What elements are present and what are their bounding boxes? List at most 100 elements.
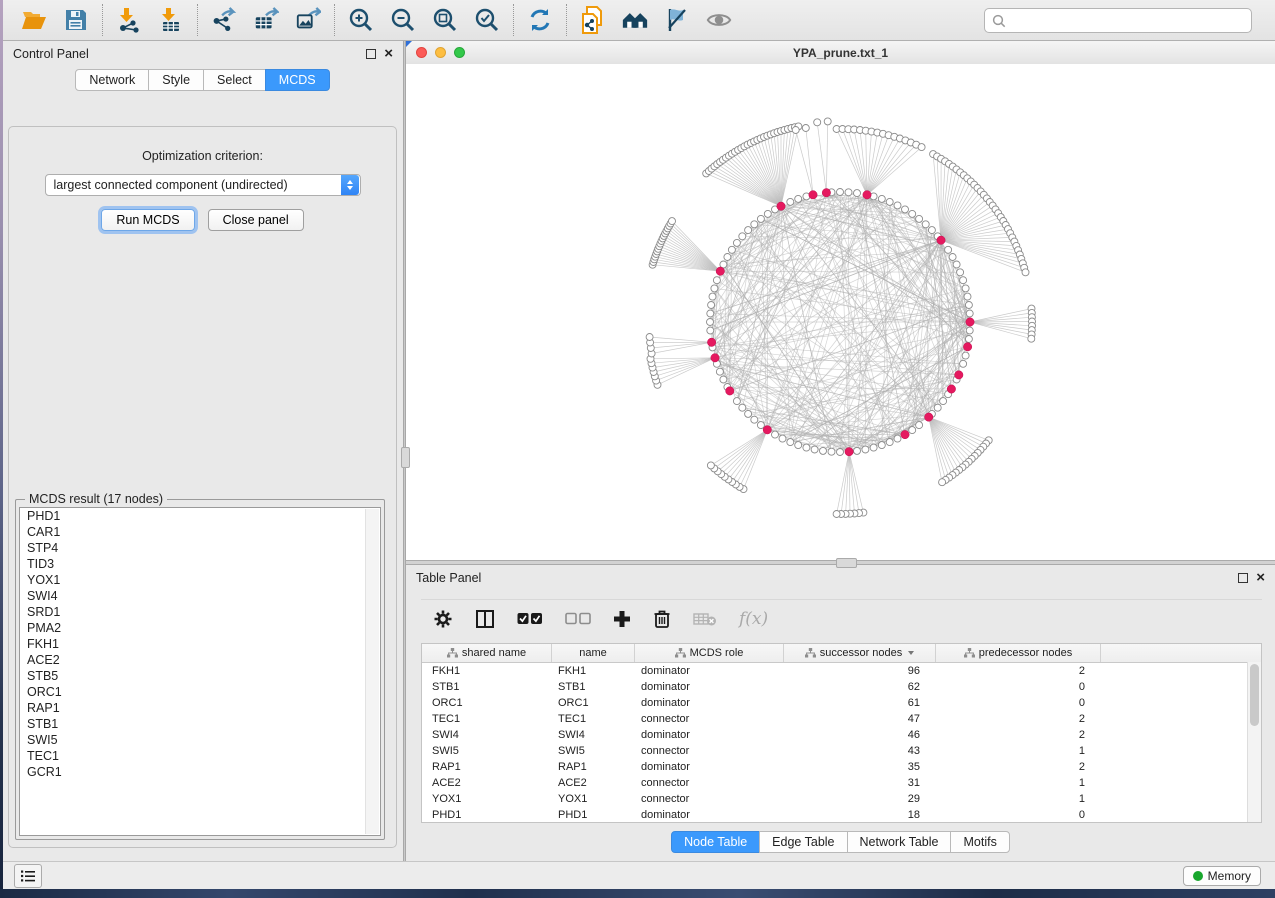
column-header-name[interactable]: name [552,644,635,662]
mcds-result-item[interactable]: FKH1 [20,636,380,652]
deselect-all-icon[interactable] [565,612,591,626]
memory-button[interactable]: Memory [1183,866,1261,886]
open-file-icon[interactable] [21,7,47,33]
tab-node-table[interactable]: Node Table [671,831,760,853]
mcds-result-item[interactable]: SWI5 [20,732,380,748]
column-header-shared-name[interactable]: shared name [422,644,552,662]
search-icon [992,14,1006,28]
table-row[interactable]: FKH1FKH1dominator962 [422,663,1261,679]
mcds-result-item[interactable]: CAR1 [20,524,380,540]
mcds-result-item[interactable]: STB5 [20,668,380,684]
network-from-selection-icon[interactable] [580,7,606,33]
eye-icon[interactable] [706,7,732,33]
search-input[interactable] [1011,13,1244,29]
tab-edge-table[interactable]: Edge Table [759,831,847,853]
mcds-result-item[interactable]: SWI4 [20,588,380,604]
horizontal-splitter-handle[interactable] [836,558,857,568]
mcds-result-item[interactable]: PHD1 [20,508,380,524]
zoom-fit-icon[interactable] [432,7,458,33]
mcds-result-item[interactable]: TID3 [20,556,380,572]
table-row[interactable]: ORC1ORC1dominator610 [422,695,1261,711]
table-cell: 43 [784,745,936,757]
search-box[interactable] [984,8,1252,33]
refresh-layout-icon[interactable] [527,7,553,33]
zoom-out-icon[interactable] [390,7,416,33]
select-all-icon[interactable] [517,612,543,626]
table-row[interactable]: PHD1PHD1dominator180 [422,807,1261,823]
mcds-result-item[interactable]: SRD1 [20,604,380,620]
mcds-result-item[interactable]: STB1 [20,716,380,732]
table-cell: 2 [936,761,1101,773]
mcds-result-item[interactable]: PMA2 [20,620,380,636]
minimize-window-icon[interactable] [435,47,446,58]
mcds-result-item[interactable]: ORC1 [20,684,380,700]
close-panel-icon[interactable]: × [384,49,393,59]
network-view[interactable] [406,64,1275,560]
table-row[interactable]: STB1STB1dominator620 [422,679,1261,695]
table-row[interactable]: ACE2ACE2connector311 [422,775,1261,791]
table-cell: dominator [635,681,784,693]
task-history-icon[interactable] [14,864,42,888]
optimization-criterion-select[interactable]: largest connected component (undirected) [45,174,361,196]
network-graph[interactable] [406,64,1275,560]
export-network-icon[interactable] [211,7,237,33]
table-panel-title: Table Panel [416,571,1238,585]
flag-icon[interactable] [664,7,690,33]
table-cell: ORC1 [422,697,552,709]
memory-label: Memory [1208,869,1251,883]
maximize-window-icon[interactable] [454,47,465,58]
table-row[interactable]: SWI4SWI4dominator462 [422,727,1261,743]
tab-network-table[interactable]: Network Table [847,831,952,853]
run-mcds-button[interactable]: Run MCDS [101,209,194,231]
vertical-splitter-handle[interactable] [401,447,410,468]
mcds-result-item[interactable]: GCR1 [20,764,380,780]
zoom-selected-icon[interactable] [474,7,500,33]
control-panel: Control Panel × NetworkStyleSelectMCDS O… [3,41,403,861]
tab-network[interactable]: Network [75,69,149,91]
table-cell: 29 [784,793,936,805]
create-column-icon[interactable] [475,609,495,629]
export-table-icon[interactable] [253,7,279,33]
delete-row-icon[interactable] [653,609,671,629]
add-row-icon[interactable] [613,610,631,628]
table-cell: 96 [784,665,936,677]
zoom-in-icon[interactable] [348,7,374,33]
import-table-icon[interactable] [158,7,184,33]
delete-table-icon[interactable] [693,611,717,627]
table-cell: 2 [936,713,1101,725]
attribute-type-icon [805,648,816,658]
table-row[interactable]: RAP1RAP1dominator352 [422,759,1261,775]
table-scrollbar[interactable] [1247,662,1261,822]
mcds-list-scrollbar[interactable] [365,509,379,834]
mcds-result-item[interactable]: STP4 [20,540,380,556]
column-header-MCDS-role[interactable]: MCDS role [635,644,784,662]
mcds-result-item[interactable]: YOX1 [20,572,380,588]
main-toolbar [0,0,1275,41]
tab-motifs[interactable]: Motifs [950,831,1009,853]
tab-style[interactable]: Style [148,69,204,91]
close-table-panel-icon[interactable]: × [1256,573,1265,583]
tab-mcds[interactable]: MCDS [265,69,330,91]
column-header-successor-nodes[interactable]: successor nodes [784,644,936,662]
table-row[interactable]: TEC1TEC1connector472 [422,711,1261,727]
table-scrollbar-thumb[interactable] [1250,664,1259,726]
close-panel-button[interactable]: Close panel [208,209,304,231]
mcds-result-item[interactable]: ACE2 [20,652,380,668]
mcds-result-item[interactable]: RAP1 [20,700,380,716]
float-panel-icon[interactable] [366,49,376,59]
home-icon[interactable] [622,7,648,33]
close-window-icon[interactable] [416,47,427,58]
mcds-result-item[interactable]: TEC1 [20,748,380,764]
float-table-panel-icon[interactable] [1238,573,1248,583]
table-cell: TEC1 [422,713,552,725]
column-header-predecessor-nodes[interactable]: predecessor nodes [936,644,1101,662]
table-cell: dominator [635,665,784,677]
table-row[interactable]: YOX1YOX1connector291 [422,791,1261,807]
table-row[interactable]: SWI5SWI5connector431 [422,743,1261,759]
function-builder-icon[interactable]: f(x) [739,609,768,629]
export-image-icon[interactable] [295,7,321,33]
save-session-icon[interactable] [63,7,89,33]
column-settings-icon[interactable] [433,609,453,629]
tab-select[interactable]: Select [203,69,266,91]
import-network-icon[interactable] [116,7,142,33]
